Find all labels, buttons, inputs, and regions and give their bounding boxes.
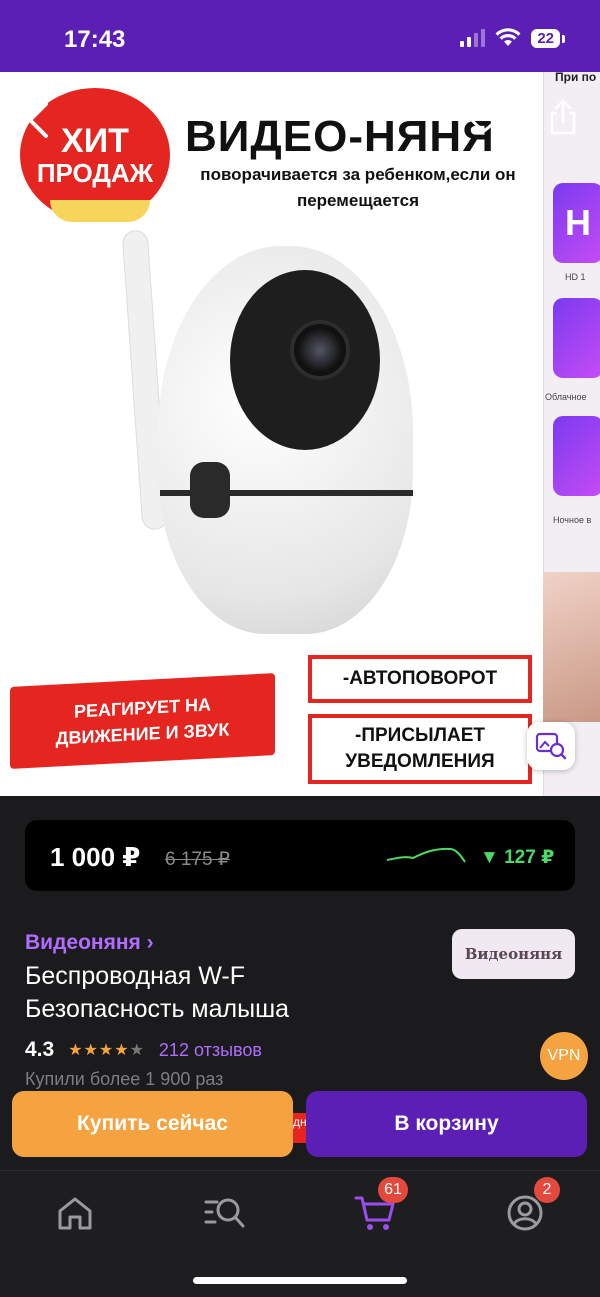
price-old: 6 175 ₽ — [165, 849, 230, 870]
signal-icon — [460, 29, 486, 47]
price-bar[interactable]: 1 000 ₽ 6 175 ₽ ▼ 127 ₽ — [25, 820, 575, 891]
cart-badge: 61 — [378, 1177, 408, 1203]
status-bar: 17:43 22 — [0, 0, 600, 72]
hidden-badge-peek: дн — [293, 1113, 307, 1143]
camera-illustration — [120, 229, 420, 640]
back-icon[interactable] — [24, 100, 52, 151]
price-history-graph — [386, 847, 466, 863]
price-current: 1 000 ₽ — [50, 842, 141, 872]
side-tile-night — [553, 416, 600, 496]
hidden-badge-peek-text: дн — [293, 1115, 307, 1129]
poster-title: ВИДЕО-НЯНЯ — [185, 112, 495, 161]
product-title-line1: Беспроводная W-F — [25, 962, 246, 990]
next-image-photo — [543, 572, 600, 722]
profile-badge: 2 — [534, 1177, 560, 1203]
side-tile-hd: H — [553, 183, 600, 263]
side-tile-cloud-caption: Облачное — [545, 392, 587, 402]
side-tile-cloud — [553, 298, 600, 378]
feature-autorotate: -АВТОПОВОРОТ — [308, 655, 532, 703]
camera-slot — [190, 462, 230, 518]
tab-profile[interactable]: 2 — [500, 1177, 560, 1235]
badge-line1: ХИТ — [61, 122, 129, 160]
catalog-search-icon — [204, 1198, 245, 1228]
tab-catalog[interactable] — [200, 1191, 250, 1235]
tab-home[interactable] — [50, 1191, 100, 1235]
rating-value: 4.3 — [25, 1038, 55, 1061]
badge-swoosh — [50, 200, 150, 222]
heart-icon[interactable] — [466, 100, 502, 139]
product-title-line2: Безопасность малыша — [25, 995, 290, 1023]
motion-sound-banner: РЕАГИРУЕТ НА ДВИЖЕНИЕ И ЗВУК — [10, 673, 275, 769]
purchase-count: Купили более 1 900 раз — [25, 1069, 224, 1089]
brand-chip[interactable]: Видеоняня — [452, 929, 575, 979]
star-rating-icon: ★★★★★ — [68, 1042, 145, 1059]
category-link[interactable]: Видеоняня › — [25, 931, 154, 955]
home-indicator[interactable] — [193, 1277, 407, 1284]
buy-now-button[interactable]: Купить сейчас — [12, 1091, 293, 1157]
add-to-cart-button[interactable]: В корзину — [306, 1091, 587, 1157]
poster-subtitle: поворачивается за ребенком,если он перем… — [200, 165, 516, 210]
feature-notifications-line2: УВЕДОМЛЕНИЯ — [345, 751, 495, 772]
side-tile-hd-letter: H — [565, 202, 591, 243]
feature-notifications: -ПРИСЫЛАЕТ УВЕДОМЛЕНИЯ — [308, 714, 532, 784]
share-icon[interactable] — [548, 98, 578, 141]
tab-cart[interactable]: 61 — [350, 1177, 408, 1235]
product-title: Беспроводная W-F Безопасность малыша — [25, 960, 445, 1026]
camera-lens — [290, 320, 350, 380]
status-time: 17:43 — [64, 26, 126, 53]
wifi-icon — [495, 28, 521, 46]
battery-indicator: 22 — [531, 28, 565, 48]
price-drop: ▼ 127 ₽ — [480, 847, 555, 868]
image-search-icon[interactable] — [527, 722, 575, 770]
vpn-badge[interactable]: VPN — [540, 1032, 588, 1080]
side-tile-night-caption: Ночное в — [553, 515, 592, 525]
reviews-link[interactable]: 212 отзывов — [159, 1040, 262, 1061]
feature-notifications-line1: -ПРИСЫЛАЕТ — [355, 725, 485, 746]
rating-row[interactable]: 4.3 ★★★★★ 212 отзывов — [25, 1038, 262, 1062]
badge-line2: ПРОДАЖ — [36, 158, 154, 188]
status-icons: 22 — [460, 28, 565, 48]
home-icon — [58, 1197, 92, 1230]
side-tile-hd-caption: HD 1 — [565, 272, 586, 282]
side-thumb-label: При по — [555, 70, 597, 84]
